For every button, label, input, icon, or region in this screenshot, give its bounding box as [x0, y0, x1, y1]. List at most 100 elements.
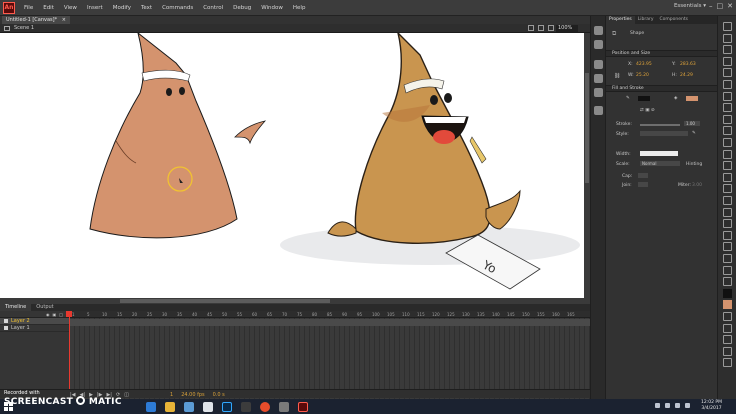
- scale-dropdown[interactable]: Normal: [640, 161, 680, 166]
- cap-dropdown[interactable]: [638, 173, 648, 178]
- hand-tool-icon[interactable]: [723, 265, 732, 275]
- ink-bottle-tool-icon[interactable]: [723, 207, 732, 217]
- black-white-tool-icon[interactable]: [723, 312, 732, 321]
- stage[interactable]: Yo: [0, 33, 584, 298]
- history-panel-icon[interactable]: [594, 106, 603, 115]
- info-panel-icon[interactable]: [594, 74, 603, 83]
- paint-brush-tool-icon[interactable]: [723, 172, 732, 182]
- layer-row[interactable]: Layer 1: [0, 325, 69, 332]
- frame-ruler[interactable]: 1 5 10 15 20 25 30 35 40 45 50 55 60 65 70 75 80 85 90 95 10…: [70, 311, 590, 318]
- menu-item-view[interactable]: View: [59, 5, 82, 11]
- menu-item-text[interactable]: Text: [136, 5, 157, 11]
- animate-taskbar-icon[interactable]: [298, 401, 308, 412]
- hinting-label[interactable]: Hinting: [686, 162, 702, 167]
- swap-colors-icon[interactable]: ⇄ ▣ ⊘: [640, 108, 655, 113]
- fill-color-tool-icon[interactable]: [723, 300, 732, 310]
- style-dropdown[interactable]: [640, 131, 688, 136]
- lock-icon[interactable]: ▣: [52, 312, 56, 317]
- current-frame[interactable]: 1: [170, 392, 173, 398]
- store-icon[interactable]: [184, 401, 194, 412]
- tab-library[interactable]: Library: [635, 16, 657, 24]
- tab-properties[interactable]: Properties: [606, 16, 635, 24]
- onion-skin-icon[interactable]: ◫: [124, 392, 129, 398]
- stroke-value[interactable]: 1.00: [684, 121, 700, 126]
- outline-icon[interactable]: □: [59, 312, 63, 317]
- file-explorer-icon[interactable]: [165, 401, 175, 412]
- bone-tool-icon[interactable]: [723, 184, 732, 194]
- menu-item-modify[interactable]: Modify: [108, 5, 136, 11]
- close-tab-icon[interactable]: ×: [62, 17, 66, 23]
- workspace-switcher[interactable]: Essentials ▾: [674, 3, 706, 9]
- close-icon[interactable]: ✕: [727, 2, 733, 10]
- position-size-section[interactable]: Position and Size: [606, 50, 718, 57]
- horizontal-scroll-thumb[interactable]: [120, 299, 330, 303]
- menu-item-commands[interactable]: Commands: [157, 5, 198, 11]
- fill-stroke-section[interactable]: Fill and Stroke: [606, 85, 718, 92]
- transform-panel-icon[interactable]: [594, 88, 603, 97]
- line-tool-icon[interactable]: [723, 103, 732, 113]
- free-transform-tool-icon[interactable]: [723, 45, 732, 55]
- swatches-panel-icon[interactable]: [594, 40, 603, 49]
- menu-item-help[interactable]: Help: [288, 5, 311, 11]
- straighten-tool-icon[interactable]: [723, 358, 732, 368]
- playhead-handle[interactable]: [66, 311, 72, 317]
- center-stage-icon[interactable]: [548, 25, 554, 31]
- frame-row[interactable]: [70, 319, 590, 326]
- eye-icon[interactable]: ◉: [46, 312, 50, 317]
- tab-timeline[interactable]: Timeline: [0, 304, 32, 311]
- menu-item-control[interactable]: Control: [198, 5, 228, 11]
- frames-grid[interactable]: 1 5 10 15 20 25 30 35 40 45 50 55 60 65 70 75 80 85 90 95 10…: [66, 311, 590, 399]
- network-icon[interactable]: [665, 403, 670, 408]
- width-tool-icon[interactable]: [723, 242, 732, 252]
- y-value[interactable]: 283.63: [680, 62, 696, 67]
- tray-icon[interactable]: [655, 403, 660, 408]
- smooth-tool-icon[interactable]: [723, 346, 732, 356]
- eyedropper-tool-icon[interactable]: [723, 219, 732, 229]
- edit-symbols-icon[interactable]: [528, 25, 534, 31]
- edge-icon[interactable]: [146, 401, 156, 412]
- chrome-icon[interactable]: [260, 401, 270, 412]
- polystar-tool-icon[interactable]: [723, 138, 732, 147]
- x-value[interactable]: 423.95: [636, 62, 652, 67]
- eraser-tool-icon[interactable]: [723, 230, 732, 240]
- document-tab[interactable]: Untitled-1 [Canvas]* ×: [2, 16, 70, 24]
- vertical-scroll-thumb[interactable]: [585, 73, 589, 183]
- app-icon[interactable]: [241, 401, 251, 412]
- layer-row[interactable]: Layer 2: [0, 318, 69, 325]
- pencil-tool-icon[interactable]: [723, 149, 732, 159]
- taskbar-clock[interactable]: 12:02 PM 3/4/2017: [701, 400, 722, 412]
- menu-item-insert[interactable]: Insert: [82, 5, 108, 11]
- swap-tool-icon[interactable]: [723, 323, 732, 333]
- tab-output[interactable]: Output: [31, 304, 58, 311]
- menu-item-debug[interactable]: Debug: [228, 5, 256, 11]
- lasso-tool-icon[interactable]: [723, 68, 732, 78]
- brush-tool-icon[interactable]: [723, 161, 732, 171]
- volume-icon[interactable]: [675, 403, 680, 408]
- width-profile-dropdown[interactable]: [640, 151, 678, 156]
- maximize-icon[interactable]: □: [717, 2, 724, 10]
- text-tool-icon[interactable]: [723, 91, 732, 101]
- notification-icon[interactable]: [685, 403, 690, 408]
- tab-components[interactable]: Components: [657, 16, 691, 24]
- stroke-color-swatch[interactable]: [638, 96, 650, 101]
- photoshop-icon[interactable]: [222, 401, 232, 412]
- rectangle-tool-icon[interactable]: [723, 114, 732, 124]
- fill-color-swatch[interactable]: [686, 96, 698, 101]
- stroke-color-tool-icon[interactable]: [723, 288, 732, 298]
- camera-tool-icon[interactable]: [723, 254, 732, 263]
- stroke-slider[interactable]: [640, 124, 680, 126]
- menu-item-file[interactable]: File: [19, 5, 38, 11]
- miter-value[interactable]: 3.00: [692, 183, 702, 188]
- zoom-tool-icon[interactable]: [723, 277, 732, 287]
- zoom-dropdown[interactable]: 100%: [556, 25, 578, 32]
- subselection-tool-icon[interactable]: [723, 33, 732, 43]
- frame-row[interactable]: [70, 326, 590, 333]
- app-icon[interactable]: [279, 401, 289, 412]
- w-value[interactable]: 25.20: [636, 73, 649, 78]
- align-panel-icon[interactable]: [594, 60, 603, 69]
- color-panel-icon[interactable]: [594, 26, 603, 35]
- h-value[interactable]: 24.29: [680, 73, 693, 78]
- frame-rate[interactable]: 24.00 fps: [181, 392, 204, 398]
- selection-tool-icon[interactable]: [723, 22, 732, 31]
- menu-item-window[interactable]: Window: [256, 5, 288, 11]
